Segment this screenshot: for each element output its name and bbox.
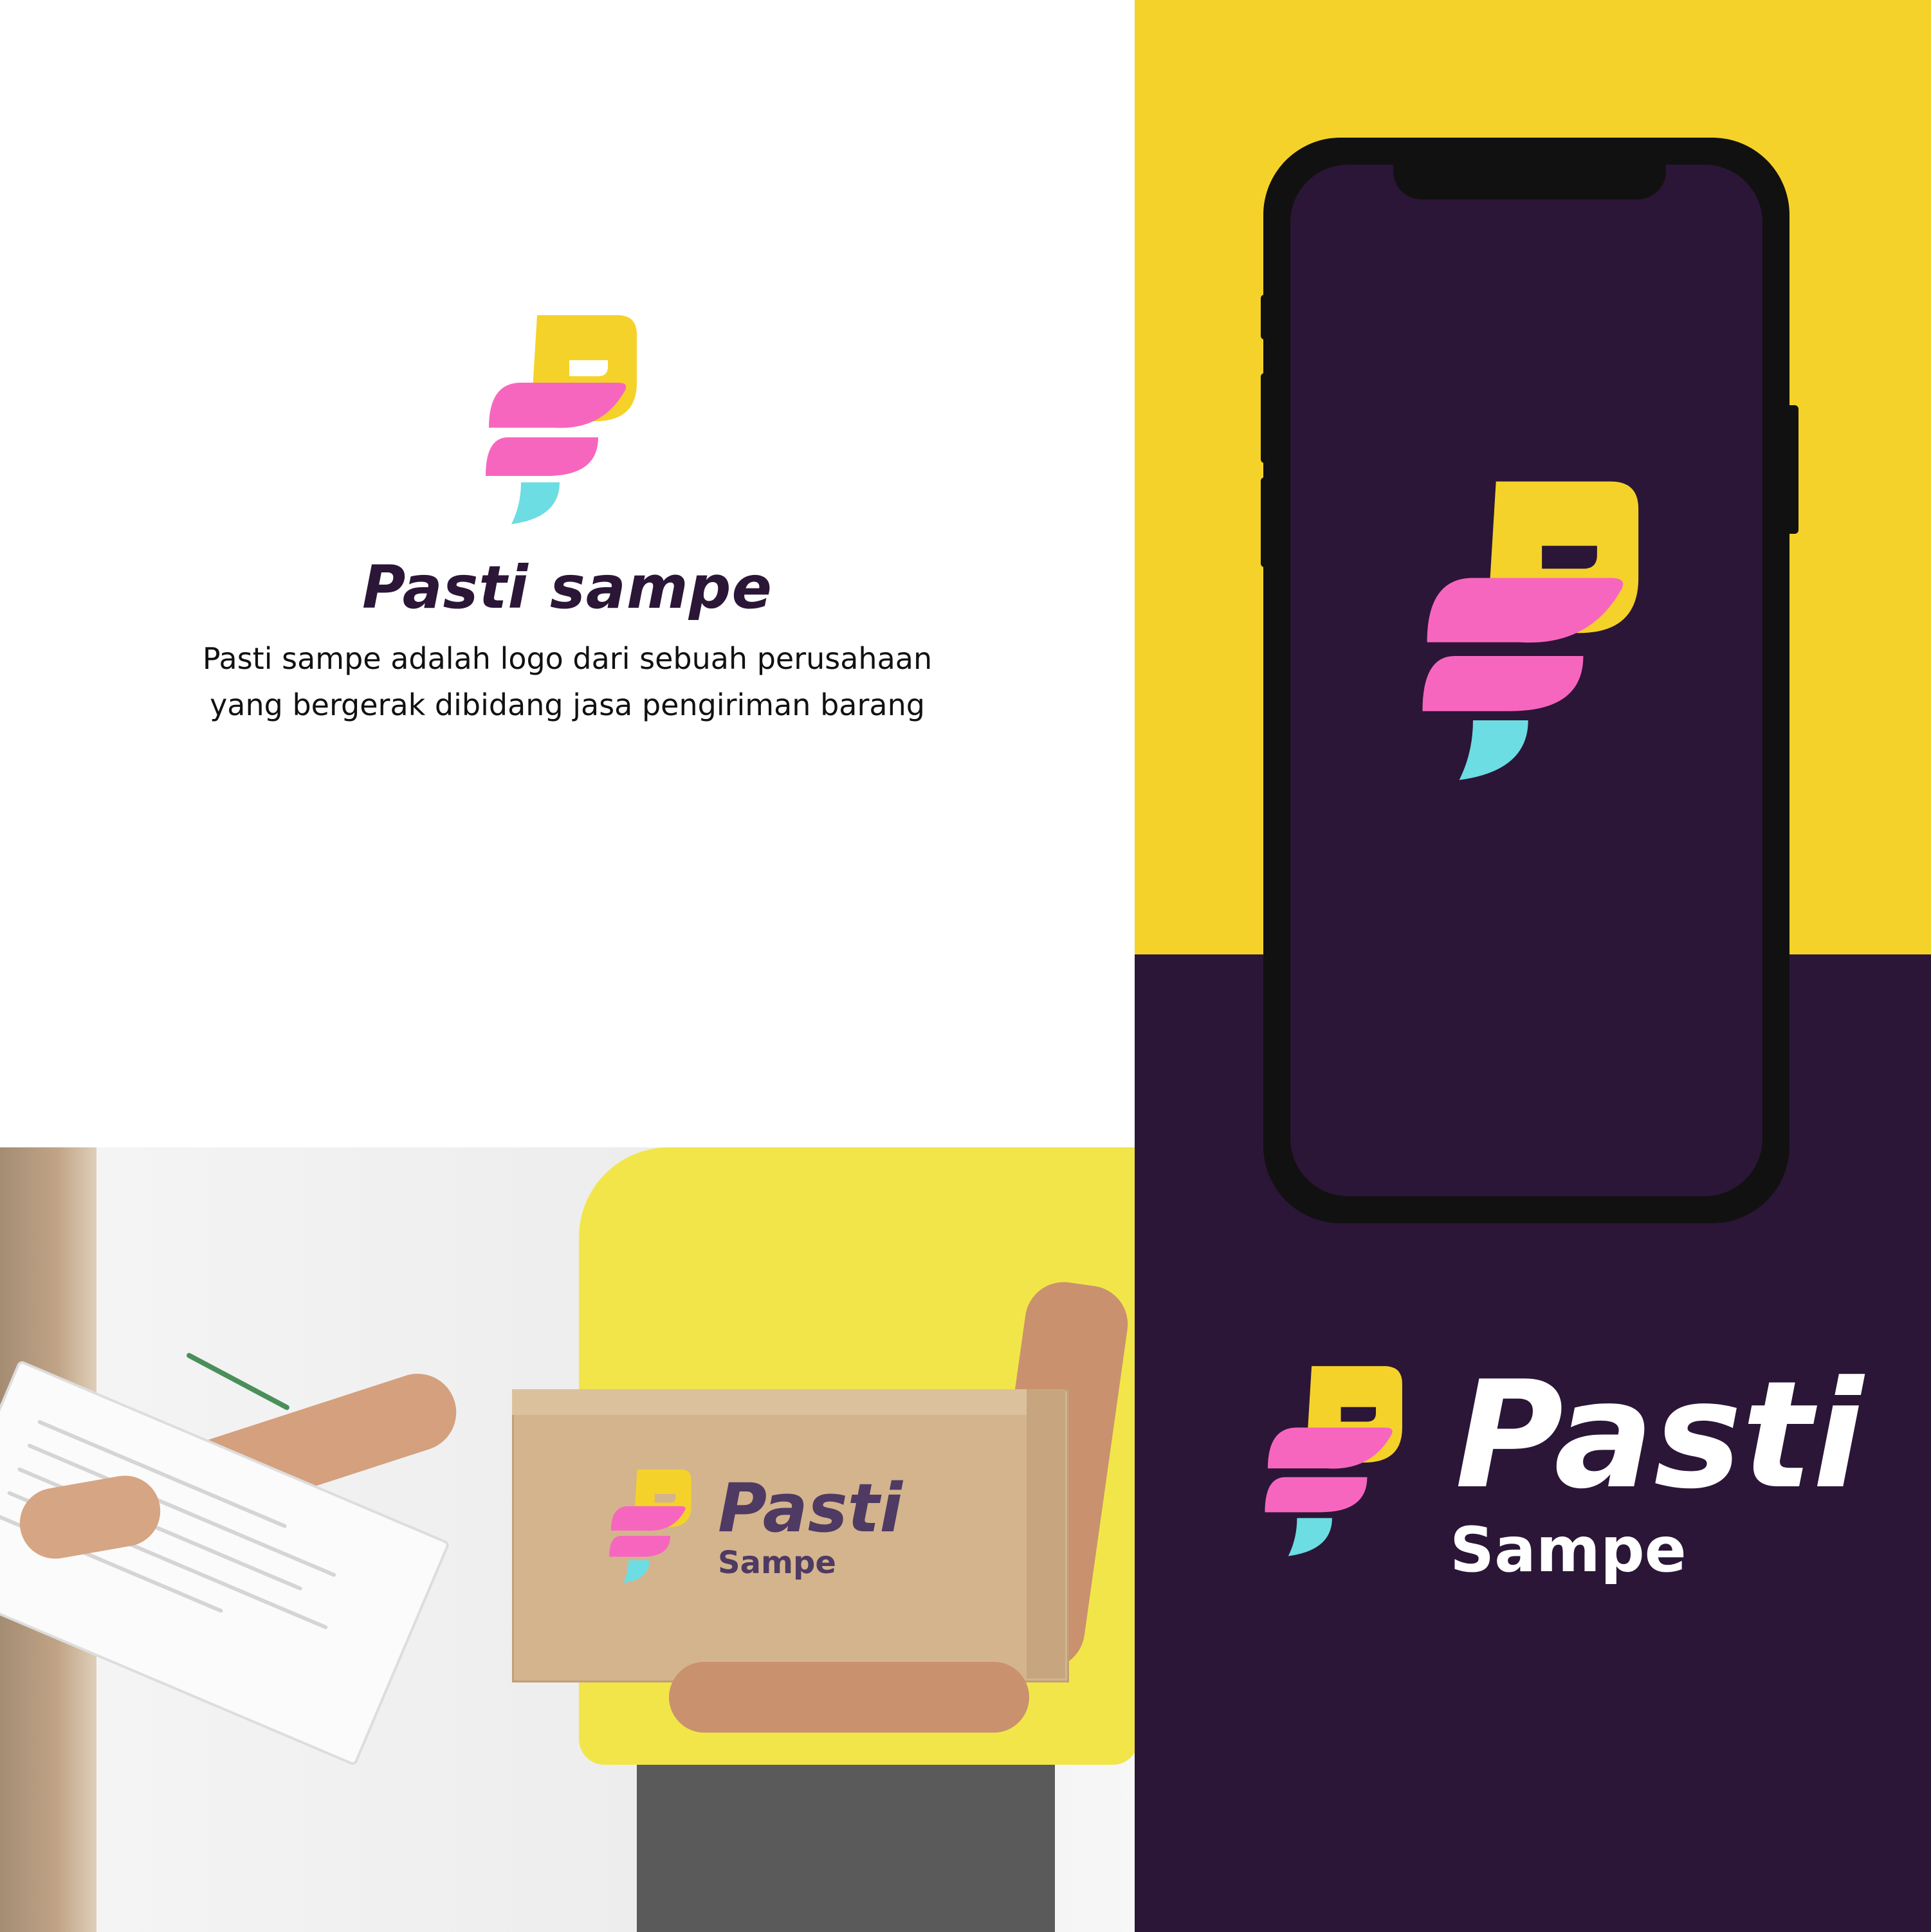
delivery-photo: Pasti Sampe [0,1147,1135,1932]
brand-description: Pasti sampe adalah logo dari sebuah peru… [0,635,1135,728]
phone-power-button [1784,405,1798,534]
hand-under-box [669,1662,1029,1733]
lockup-wordmark-top: Pasti [1455,1350,1863,1522]
box-wordmark-top: Pasti [718,1469,903,1547]
p-letter-logo-icon [463,302,669,527]
phone-mute-switch [1261,295,1275,340]
phone-volume-up-button [1261,373,1275,463]
box-wordmark-bottom: Sampe [718,1545,836,1581]
box-tape [1027,1389,1065,1679]
lockup-wordmark-bottom: Sampe [1450,1514,1687,1586]
logo-showcase-panel: Pasti sampe Pasti sampe adalah logo dari… [0,0,1135,1147]
brand-description-line-2: yang bergerak dibidang jasa pengiriman b… [210,688,925,722]
brand-description-line-1: Pasti sampe adalah logo dari sebuah peru… [202,641,933,676]
courier-pants [637,1765,1055,1932]
box-top-flap [512,1389,1065,1415]
p-letter-logo-icon-box [605,1463,701,1585]
brand-title: Pasti sampe [362,553,773,622]
p-letter-logo-icon-phone [1396,463,1679,785]
phone-volume-down-button [1261,477,1275,567]
p-letter-logo-icon-lockup [1248,1354,1428,1559]
presentation-board: Pasti sampe Pasti sampe adalah logo dari… [0,0,1931,1932]
phone-notch [1393,152,1666,199]
